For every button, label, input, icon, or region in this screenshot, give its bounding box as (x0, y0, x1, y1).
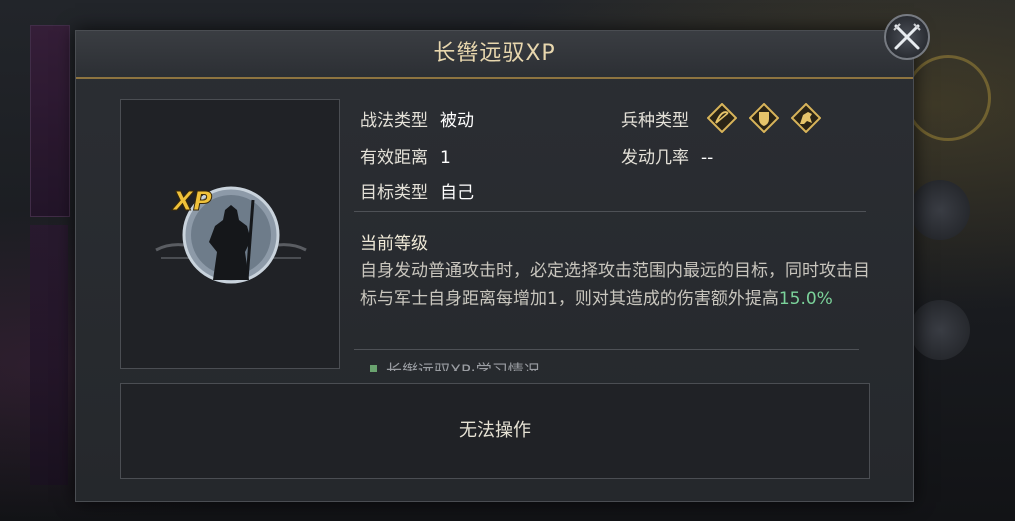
troop-type-row: 兵种类型 (621, 106, 701, 131)
tactic-type-value: 被动 (440, 111, 474, 131)
current-level-title: 当前等级 (360, 234, 428, 254)
bullet-icon (370, 365, 377, 372)
range-label: 有效距离 (360, 148, 428, 168)
trigger-rate-row: 发动几率 -- (621, 143, 713, 168)
title-bar: 长辔远驭XP (76, 31, 913, 79)
target-type-value: 自己 (440, 183, 474, 203)
tactic-type-label: 战法类型 (360, 111, 428, 131)
background-sidebar-lower (30, 225, 68, 485)
target-type-row: 目标类型 自己 (360, 178, 474, 203)
background-skill-slot (910, 300, 970, 360)
skill-detail-dialog: 长辔远驭XP XP 战法类型 被动 有效距离 1 目标类型 自己 兵种类型 发动… (75, 30, 914, 502)
action-label: 无法操作 (459, 420, 531, 441)
dialog-title: 长辔远驭XP (433, 41, 556, 66)
divider (354, 211, 866, 212)
range-value: 1 (440, 148, 451, 168)
crossed-swords-close-icon (893, 23, 921, 50)
damage-bonus-value: 15.0% (778, 289, 833, 309)
tactic-type-row: 战法类型 被动 (360, 106, 474, 131)
close-button[interactable] (884, 14, 930, 60)
learning-status-entry[interactable]: 长辔远驭XP·学习情况 (386, 357, 540, 371)
background-skill-slot (910, 180, 970, 240)
shield-infantry-icon (749, 103, 779, 133)
divider (354, 349, 859, 350)
troop-type-label: 兵种类型 (621, 111, 689, 131)
range-row: 有效距离 1 (360, 143, 451, 168)
background-sidebar (30, 25, 70, 217)
background-ring (905, 55, 991, 141)
target-type-label: 目标类型 (360, 183, 428, 203)
bow-cavalry-icon (707, 103, 737, 133)
trigger-rate-value: -- (701, 148, 714, 168)
skill-portrait-frame: XP (120, 99, 340, 369)
xp-warrior-portrait-icon: XP (155, 186, 307, 284)
action-button[interactable]: 无法操作 (120, 383, 870, 479)
horse-cavalry-icon (791, 103, 821, 133)
xp-badge-text: XP (171, 187, 212, 217)
trigger-rate-label: 发动几率 (621, 148, 689, 168)
skill-description: 自身发动普通攻击时，必定选择攻击范围内最远的目标，同时攻击目标与军士自身距离每增… (360, 257, 870, 313)
